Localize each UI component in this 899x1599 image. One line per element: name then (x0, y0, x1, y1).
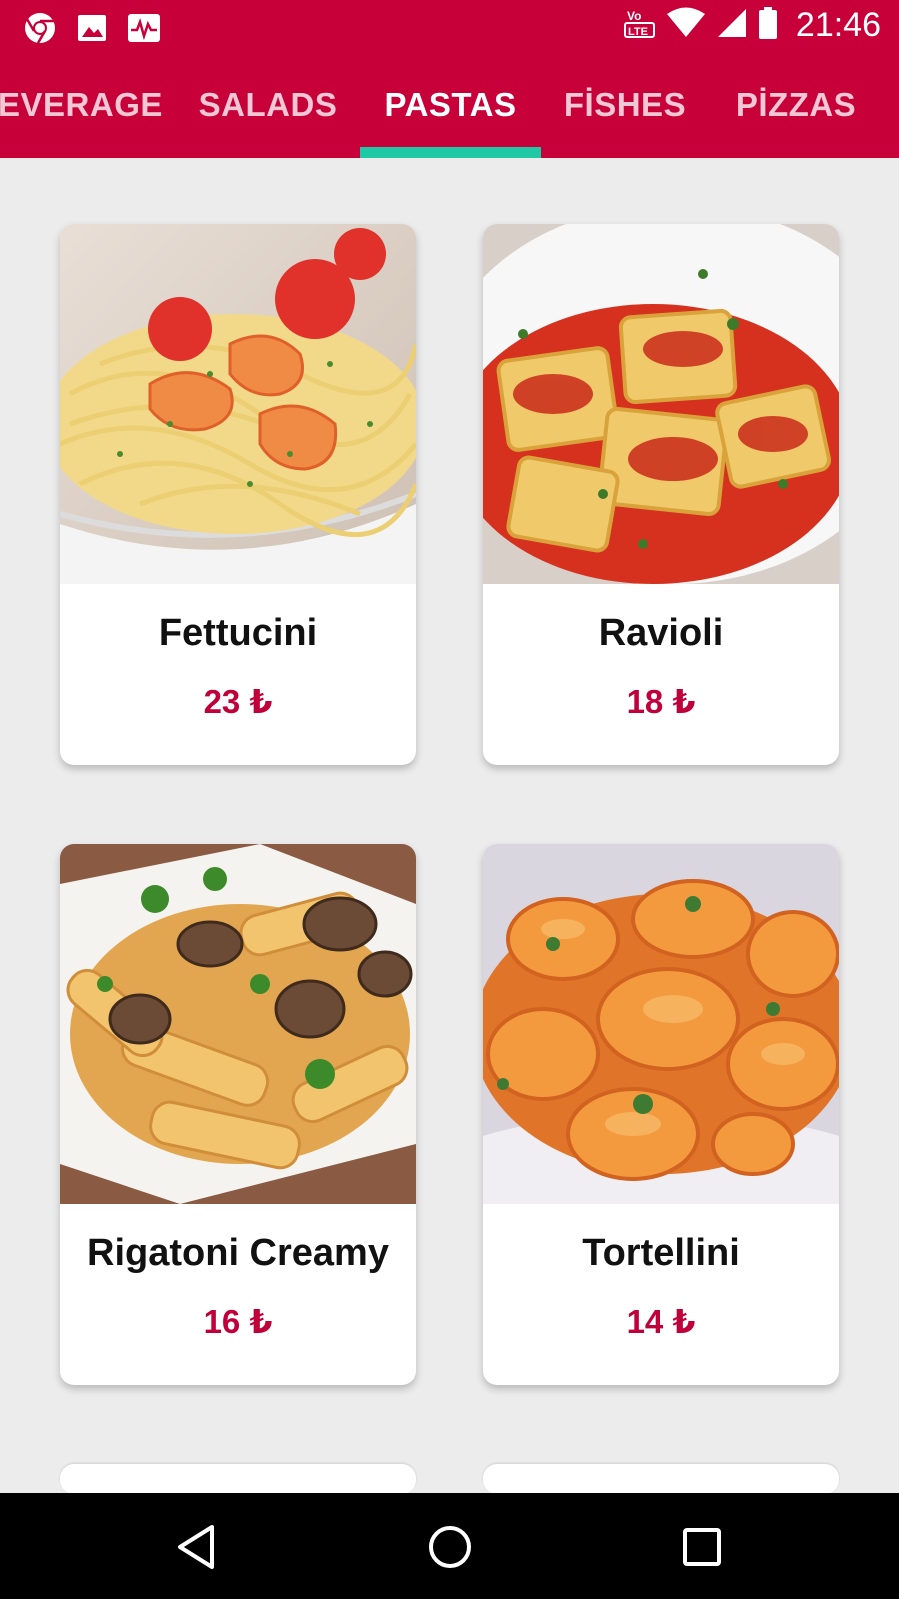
tab-beverage[interactable]: EVERAGE (0, 86, 162, 158)
product-card-partial[interactable] (60, 1464, 416, 1493)
ravioli-photo (483, 224, 839, 584)
tab-pizzas[interactable]: PİZZAS (722, 86, 870, 158)
product-name: Fettucini (158, 612, 318, 654)
image-icon (74, 10, 110, 46)
chrome-icon (22, 10, 58, 46)
product-price: 16 ₺ (203, 1303, 273, 1340)
product-card-ravioli[interactable]: Ravioli 18 ₺ (483, 224, 839, 765)
volte-icon: Vo LTE (623, 6, 656, 45)
fettucini-photo (60, 224, 416, 584)
tab-salads[interactable]: SALADS (185, 86, 351, 158)
product-grid[interactable]: Fettucini 23 ₺ Ravioli 18 ₺ Rigatoni Cre… (0, 158, 899, 1493)
wifi-icon (666, 7, 706, 44)
product-name: Rigatoni Creamy (87, 1232, 389, 1274)
battery-icon (758, 6, 778, 45)
svg-text:Vo: Vo (627, 9, 641, 23)
product-price: 14 ₺ (626, 1303, 696, 1340)
product-price: 23 ₺ (203, 683, 273, 720)
tab-fishes[interactable]: FİSHES (536, 86, 714, 158)
tab-indicator (360, 147, 541, 158)
back-icon[interactable] (166, 1517, 226, 1577)
rigatoni-photo (60, 844, 416, 1204)
svg-text:LTE: LTE (628, 26, 648, 38)
product-name: Tortellini (582, 1232, 740, 1274)
activity-icon (126, 10, 162, 46)
status-bar: Vo LTE 21:46 (0, 0, 899, 56)
recents-icon[interactable] (672, 1517, 732, 1577)
product-card-fettucini[interactable]: Fettucini 23 ₺ (60, 224, 416, 765)
product-price: 18 ₺ (626, 683, 696, 720)
product-name: Ravioli (598, 612, 724, 654)
product-card-partial[interactable] (483, 1464, 839, 1493)
category-tabs: EVERAGE SALADS PASTAS FİSHES PİZZAS (0, 76, 899, 158)
tortellini-photo (483, 844, 839, 1204)
status-time: 21:46 (795, 6, 881, 44)
system-nav-bar (0, 1493, 899, 1599)
cell-signal-icon (716, 7, 748, 44)
product-card-tortellini[interactable]: Tortellini 14 ₺ (483, 844, 839, 1385)
home-icon[interactable] (420, 1517, 480, 1577)
product-card-rigatoni-creamy[interactable]: Rigatoni Creamy 16 ₺ (60, 844, 416, 1385)
app-bar: Vo LTE 21:46 EVERAGE SALADS PASTAS FİSHES… (0, 0, 899, 158)
